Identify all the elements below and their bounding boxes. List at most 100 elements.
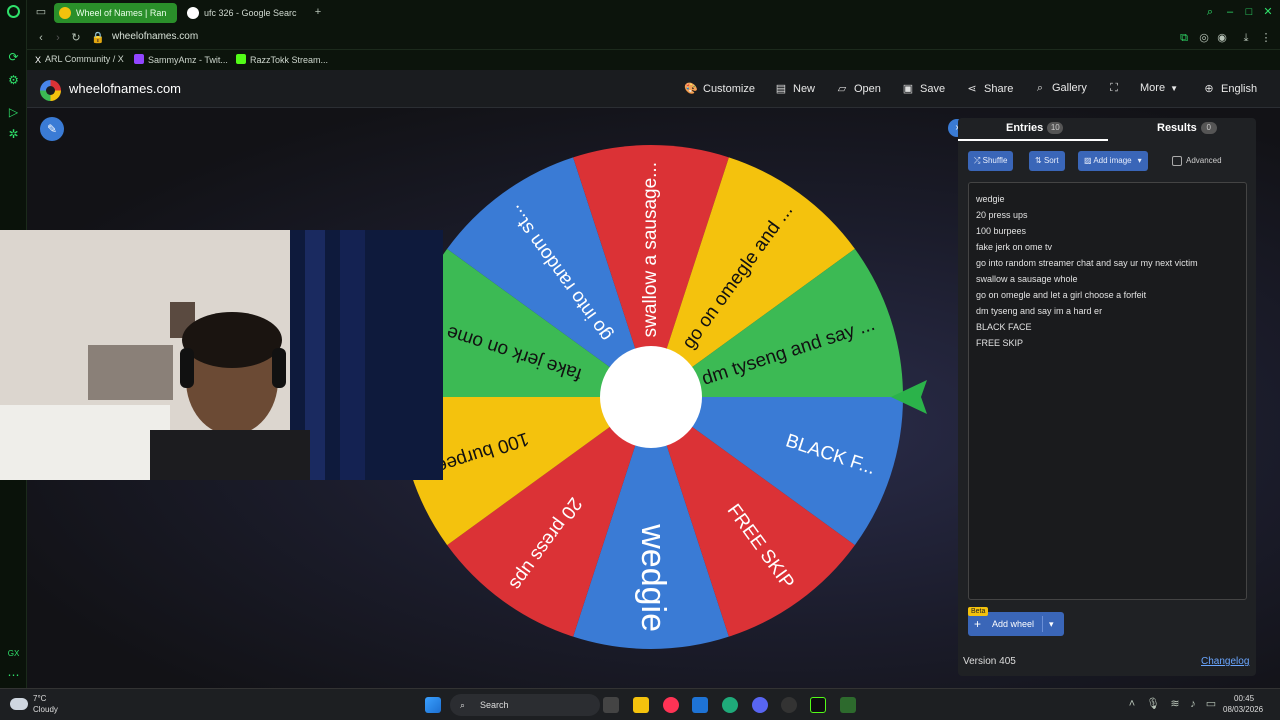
- tray-chevron-up-icon[interactable]: ˄: [1125, 697, 1139, 711]
- edit-icon[interactable]: ✎: [40, 117, 64, 141]
- save-button[interactable]: ▣ Save: [901, 82, 945, 95]
- wheel-favicon-icon: [59, 7, 71, 19]
- wheel-container[interactable]: wedgie 20 press ups 100 burpees fake jerk o…: [396, 142, 906, 652]
- store-icon[interactable]: [692, 697, 708, 713]
- bookmark-arl[interactable]: X ARL Community / X: [35, 54, 124, 65]
- bookmark-label: ARL Community / X: [45, 54, 124, 64]
- tab-google-search[interactable]: ufc 326 - Google Search: [182, 3, 297, 23]
- wheel[interactable]: wedgie20 press ups100 burpeesfake jerk o…: [396, 142, 906, 652]
- task-view-icon[interactable]: [603, 697, 619, 713]
- reload-icon[interactable]: ↻: [69, 31, 83, 45]
- changelog-link[interactable]: Changelog: [1201, 656, 1249, 667]
- webcam-overlay: [0, 230, 443, 480]
- easy-files-icon[interactable]: ⋮: [1259, 31, 1273, 45]
- menu-label: English: [1221, 83, 1258, 95]
- edge-icon[interactable]: [722, 697, 738, 713]
- tab-wheel-of-names[interactable]: Wheel of Names | Ran: [54, 3, 177, 23]
- taskbar-search[interactable]: ⌕ Search: [450, 694, 600, 716]
- bookmark-razztokk[interactable]: RazzTokk Stream...: [236, 54, 328, 65]
- entry-line: wedgie: [976, 194, 1005, 204]
- tab-results[interactable]: Results 0: [1157, 122, 1217, 134]
- discord-icon[interactable]: [752, 697, 768, 713]
- gx-label[interactable]: GX: [6, 646, 21, 661]
- add-image-button[interactable]: ▨ Add image ▾: [1078, 151, 1148, 171]
- chevron-down-icon: ▼: [1170, 84, 1178, 93]
- menu-label: Open: [854, 83, 881, 95]
- download-icon[interactable]: ⤓: [1239, 31, 1253, 45]
- tab-title: ufc 326 - Google Search: [204, 8, 297, 18]
- app-icon[interactable]: [810, 697, 826, 713]
- tab-entries[interactable]: Entries 10: [1006, 122, 1064, 134]
- chevron-down-icon[interactable]: ▾: [1049, 612, 1054, 636]
- opera-gx-icon[interactable]: [663, 697, 679, 713]
- opera-gx-logo-icon[interactable]: [7, 5, 20, 18]
- tab-label: Entries: [1006, 122, 1044, 134]
- gallery-button[interactable]: ⌕ Gallery: [1033, 82, 1087, 95]
- back-icon[interactable]: ‹: [34, 31, 48, 45]
- fullscreen-icon: ⛶: [1110, 82, 1118, 94]
- settings-icon[interactable]: ✲: [6, 127, 21, 142]
- battery-icon[interactable]: ▭: [1204, 697, 1218, 711]
- lock-icon: 🔒: [91, 32, 105, 44]
- customize-button[interactable]: 🎨 Customize: [684, 82, 755, 95]
- bookmark-label: RazzTokk Stream...: [250, 55, 329, 65]
- language-button[interactable]: ⊕ English: [1202, 82, 1257, 95]
- wheel-center[interactable]: [600, 346, 702, 448]
- entry-line: go into random streamer chat and say ur …: [976, 258, 1198, 268]
- new-file-icon: ▤: [775, 83, 787, 95]
- button-label: Sort: [1043, 156, 1059, 165]
- menu-label: More: [1140, 82, 1166, 94]
- url-field[interactable]: wheelofnames.com: [112, 31, 198, 42]
- advanced-checkbox[interactable]: [1172, 156, 1182, 166]
- close-icon[interactable]: ✕: [1261, 5, 1275, 19]
- gx-control-icon[interactable]: ⚙: [6, 73, 21, 88]
- app-icon-2[interactable]: [840, 697, 856, 713]
- entries-textarea[interactable]: wedgie 20 press ups 100 burpees fake jer…: [968, 182, 1247, 600]
- share-button[interactable]: ⋖ Share: [965, 82, 1013, 95]
- sort-button[interactable]: ⇅ Sort: [1029, 151, 1065, 171]
- bookmark-sammyamz[interactable]: SammyAmz - Twit...: [134, 54, 228, 65]
- refresh-feature-icon[interactable]: ⟳: [6, 50, 21, 65]
- player-icon[interactable]: ▷: [6, 105, 21, 120]
- globe-icon: ⊕: [1204, 83, 1214, 95]
- maximize-icon[interactable]: □: [1242, 5, 1256, 19]
- wheel-segment-label: swallow a sausage...: [640, 162, 661, 337]
- site-title[interactable]: wheelofnames.com: [69, 81, 181, 96]
- cloud-icon[interactable]: [10, 698, 28, 710]
- folder-icon: ▱: [837, 83, 847, 95]
- microphone-icon[interactable]: 🎙: [1146, 697, 1160, 711]
- fullscreen-button[interactable]: ⛶: [1107, 82, 1126, 95]
- search-tabs-icon[interactable]: ⌕: [1203, 5, 1217, 19]
- open-button[interactable]: ▱ Open: [835, 82, 881, 95]
- webcam-feed: [0, 230, 443, 480]
- button-label: Add wheel: [992, 619, 1035, 629]
- active-tab-indicator: [958, 139, 1108, 141]
- clock-date[interactable]: 08/03/2026: [1223, 705, 1263, 714]
- file-explorer-icon[interactable]: [633, 697, 649, 713]
- chevron-down-icon: ▾: [1137, 156, 1142, 165]
- new-button[interactable]: ▤ New: [774, 82, 815, 95]
- entries-panel: Entries 10 Results 0 ⤮ Shuffle ⇅ Sort ▨ Ad…: [958, 118, 1256, 676]
- weather-description[interactable]: Cloudy: [33, 705, 58, 714]
- weather-temperature[interactable]: 7°C: [33, 694, 46, 703]
- button-label: Add image: [1093, 156, 1132, 165]
- snapshot-icon[interactable]: ◎: [1197, 31, 1211, 45]
- more-icon[interactable]: ⋯: [6, 668, 21, 683]
- minimize-icon[interactable]: –: [1223, 5, 1237, 19]
- entry-line: dm tyseng and say im a hard er: [976, 306, 1103, 316]
- obs-icon[interactable]: [781, 697, 797, 713]
- forward-icon[interactable]: ›: [51, 31, 65, 45]
- clock-time[interactable]: 00:45: [1234, 694, 1254, 703]
- profile-icon[interactable]: ◉: [1215, 31, 1229, 45]
- taskbar: 7°C Cloudy ⌕ Search ˄ 🎙 ≋ ♪ ▭ 00:45 08/03…: [0, 688, 1280, 720]
- extensions-icon[interactable]: ⧉: [1177, 31, 1191, 45]
- volume-icon[interactable]: ♪: [1186, 697, 1200, 711]
- windows-start-icon[interactable]: [425, 697, 441, 713]
- shuffle-button[interactable]: ⤮ Shuffle: [968, 151, 1014, 171]
- share-icon: ⋖: [967, 83, 977, 95]
- tab-menu-icon[interactable]: ▭: [34, 5, 48, 19]
- more-button[interactable]: More ▼: [1140, 82, 1178, 94]
- wifi-icon[interactable]: ≋: [1168, 697, 1182, 711]
- new-tab-icon[interactable]: +: [311, 5, 325, 19]
- wheel-logo-icon[interactable]: [40, 80, 61, 101]
